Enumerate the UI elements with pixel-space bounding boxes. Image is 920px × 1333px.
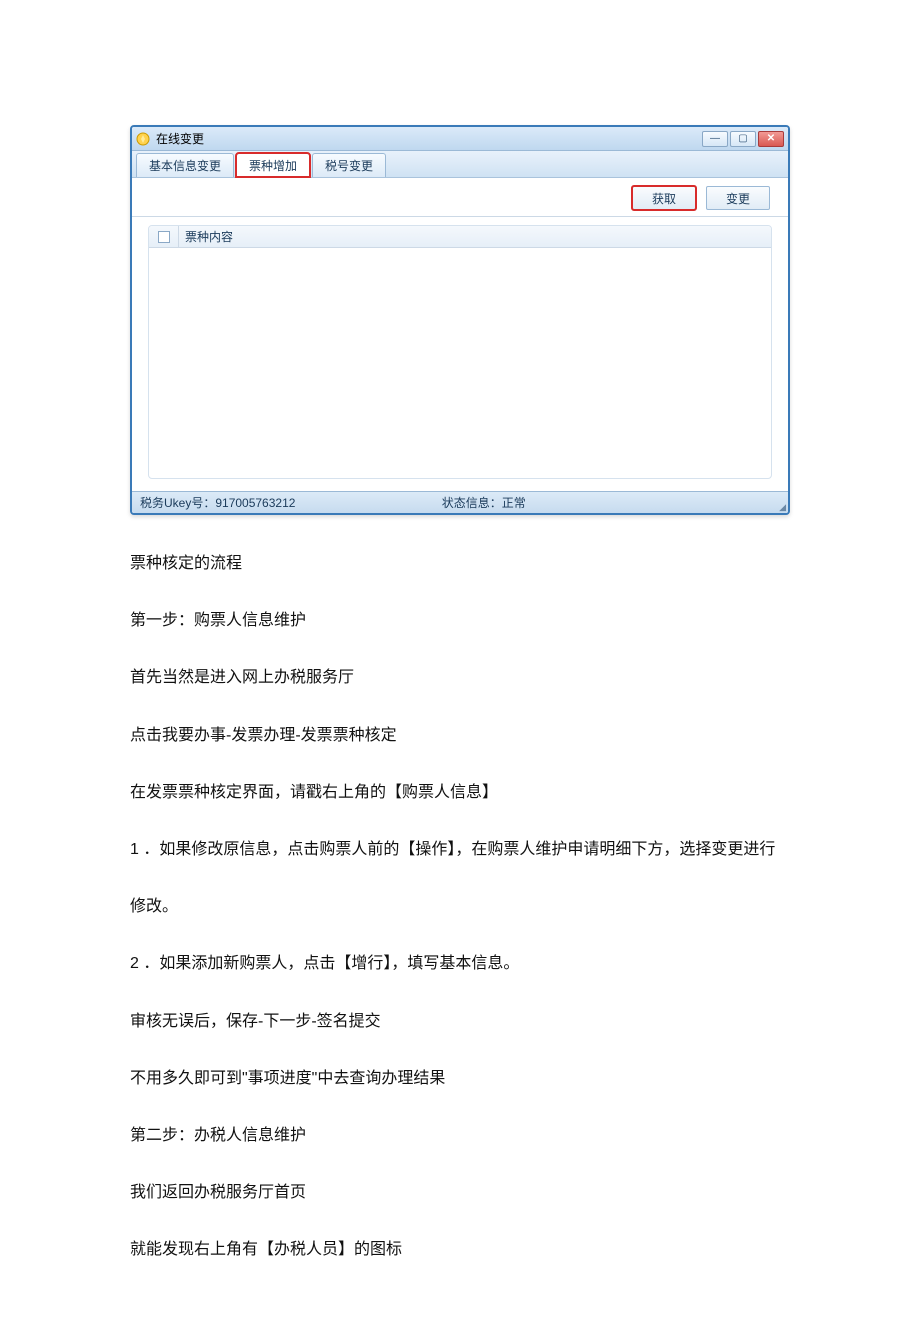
tab-label: 基本信息变更 bbox=[149, 159, 221, 173]
paragraph: 审核无误后，保存-下一步-签名提交 bbox=[130, 1008, 790, 1035]
title-bar: 在线变更 — ▢ ✕ bbox=[132, 127, 788, 151]
app-icon bbox=[136, 132, 150, 146]
tab-basic-info-change[interactable]: 基本信息变更 bbox=[136, 153, 234, 177]
resize-grip-icon[interactable]: ◢ bbox=[774, 492, 788, 513]
paragraph: 1 ．如果修改原信息，点击购票人前的【操作】，在购票人维护申请明细下方，选择变更… bbox=[130, 836, 790, 863]
content-area: 票种内容 bbox=[132, 217, 788, 491]
maximize-button[interactable]: ▢ bbox=[730, 131, 756, 147]
paragraph: 不用多久即可到"事项进度"中去查询办理结果 bbox=[130, 1065, 790, 1092]
tab-ticket-type-add[interactable]: 票种增加 bbox=[236, 153, 310, 177]
paragraph: 点击我要办事-发票办理-发票票种核定 bbox=[130, 722, 790, 749]
change-button[interactable]: 变更 bbox=[706, 186, 770, 210]
checkbox-icon bbox=[158, 231, 170, 243]
tab-tax-number-change[interactable]: 税号变更 bbox=[312, 153, 386, 177]
status-ukey-value: 917005763212 bbox=[215, 496, 295, 510]
paragraph: 2 ．如果添加新购票人，点击【增行】，填写基本信息。 bbox=[130, 950, 790, 977]
paragraph: 在发票票种核定界面，请戳右上角的【购票人信息】 bbox=[130, 779, 790, 806]
window-controls: — ▢ ✕ bbox=[702, 131, 784, 147]
document-body: 票种核定的流程 第一步：购票人信息维护 首先当然是进入网上办税服务厅 点击我要办… bbox=[130, 550, 790, 1263]
status-ukey: 税务Ukey号：917005763212 bbox=[132, 494, 434, 511]
window-title: 在线变更 bbox=[156, 130, 204, 147]
toolbar: 获取 变更 bbox=[132, 178, 788, 217]
tab-strip: 基本信息变更 票种增加 税号变更 bbox=[132, 151, 788, 178]
paragraph: 修改。 bbox=[130, 893, 790, 920]
status-info: 状态信息：正常 bbox=[434, 494, 774, 511]
column-ticket-content: 票种内容 bbox=[179, 228, 233, 245]
paragraph: 第一步：购票人信息维护 bbox=[130, 607, 790, 634]
paragraph: 就能发现右上角有【办税人员】的图标 bbox=[130, 1236, 790, 1263]
tab-label: 票种增加 bbox=[249, 159, 297, 173]
paragraph: 第二步：办税人信息维护 bbox=[130, 1122, 790, 1149]
status-info-value: 正常 bbox=[502, 496, 526, 510]
minimize-button[interactable]: — bbox=[702, 131, 728, 147]
app-window: 在线变更 — ▢ ✕ 基本信息变更 票种增加 税号变更 获取 变更 bbox=[130, 125, 790, 515]
fetch-button[interactable]: 获取 bbox=[632, 186, 696, 210]
ticket-type-table: 票种内容 bbox=[148, 225, 772, 479]
paragraph: 我们返回办税服务厅首页 bbox=[130, 1179, 790, 1206]
paragraph: 首先当然是进入网上办税服务厅 bbox=[130, 664, 790, 691]
tab-label: 税号变更 bbox=[325, 159, 373, 173]
select-all-column[interactable] bbox=[149, 226, 179, 247]
table-header-row: 票种内容 bbox=[149, 226, 771, 248]
status-ukey-label: 税务Ukey号： bbox=[140, 496, 215, 510]
paragraph: 票种核定的流程 bbox=[130, 550, 790, 577]
status-info-label: 状态信息： bbox=[442, 496, 502, 510]
close-button[interactable]: ✕ bbox=[758, 131, 784, 147]
status-bar: 税务Ukey号：917005763212 状态信息：正常 ◢ bbox=[132, 491, 788, 513]
